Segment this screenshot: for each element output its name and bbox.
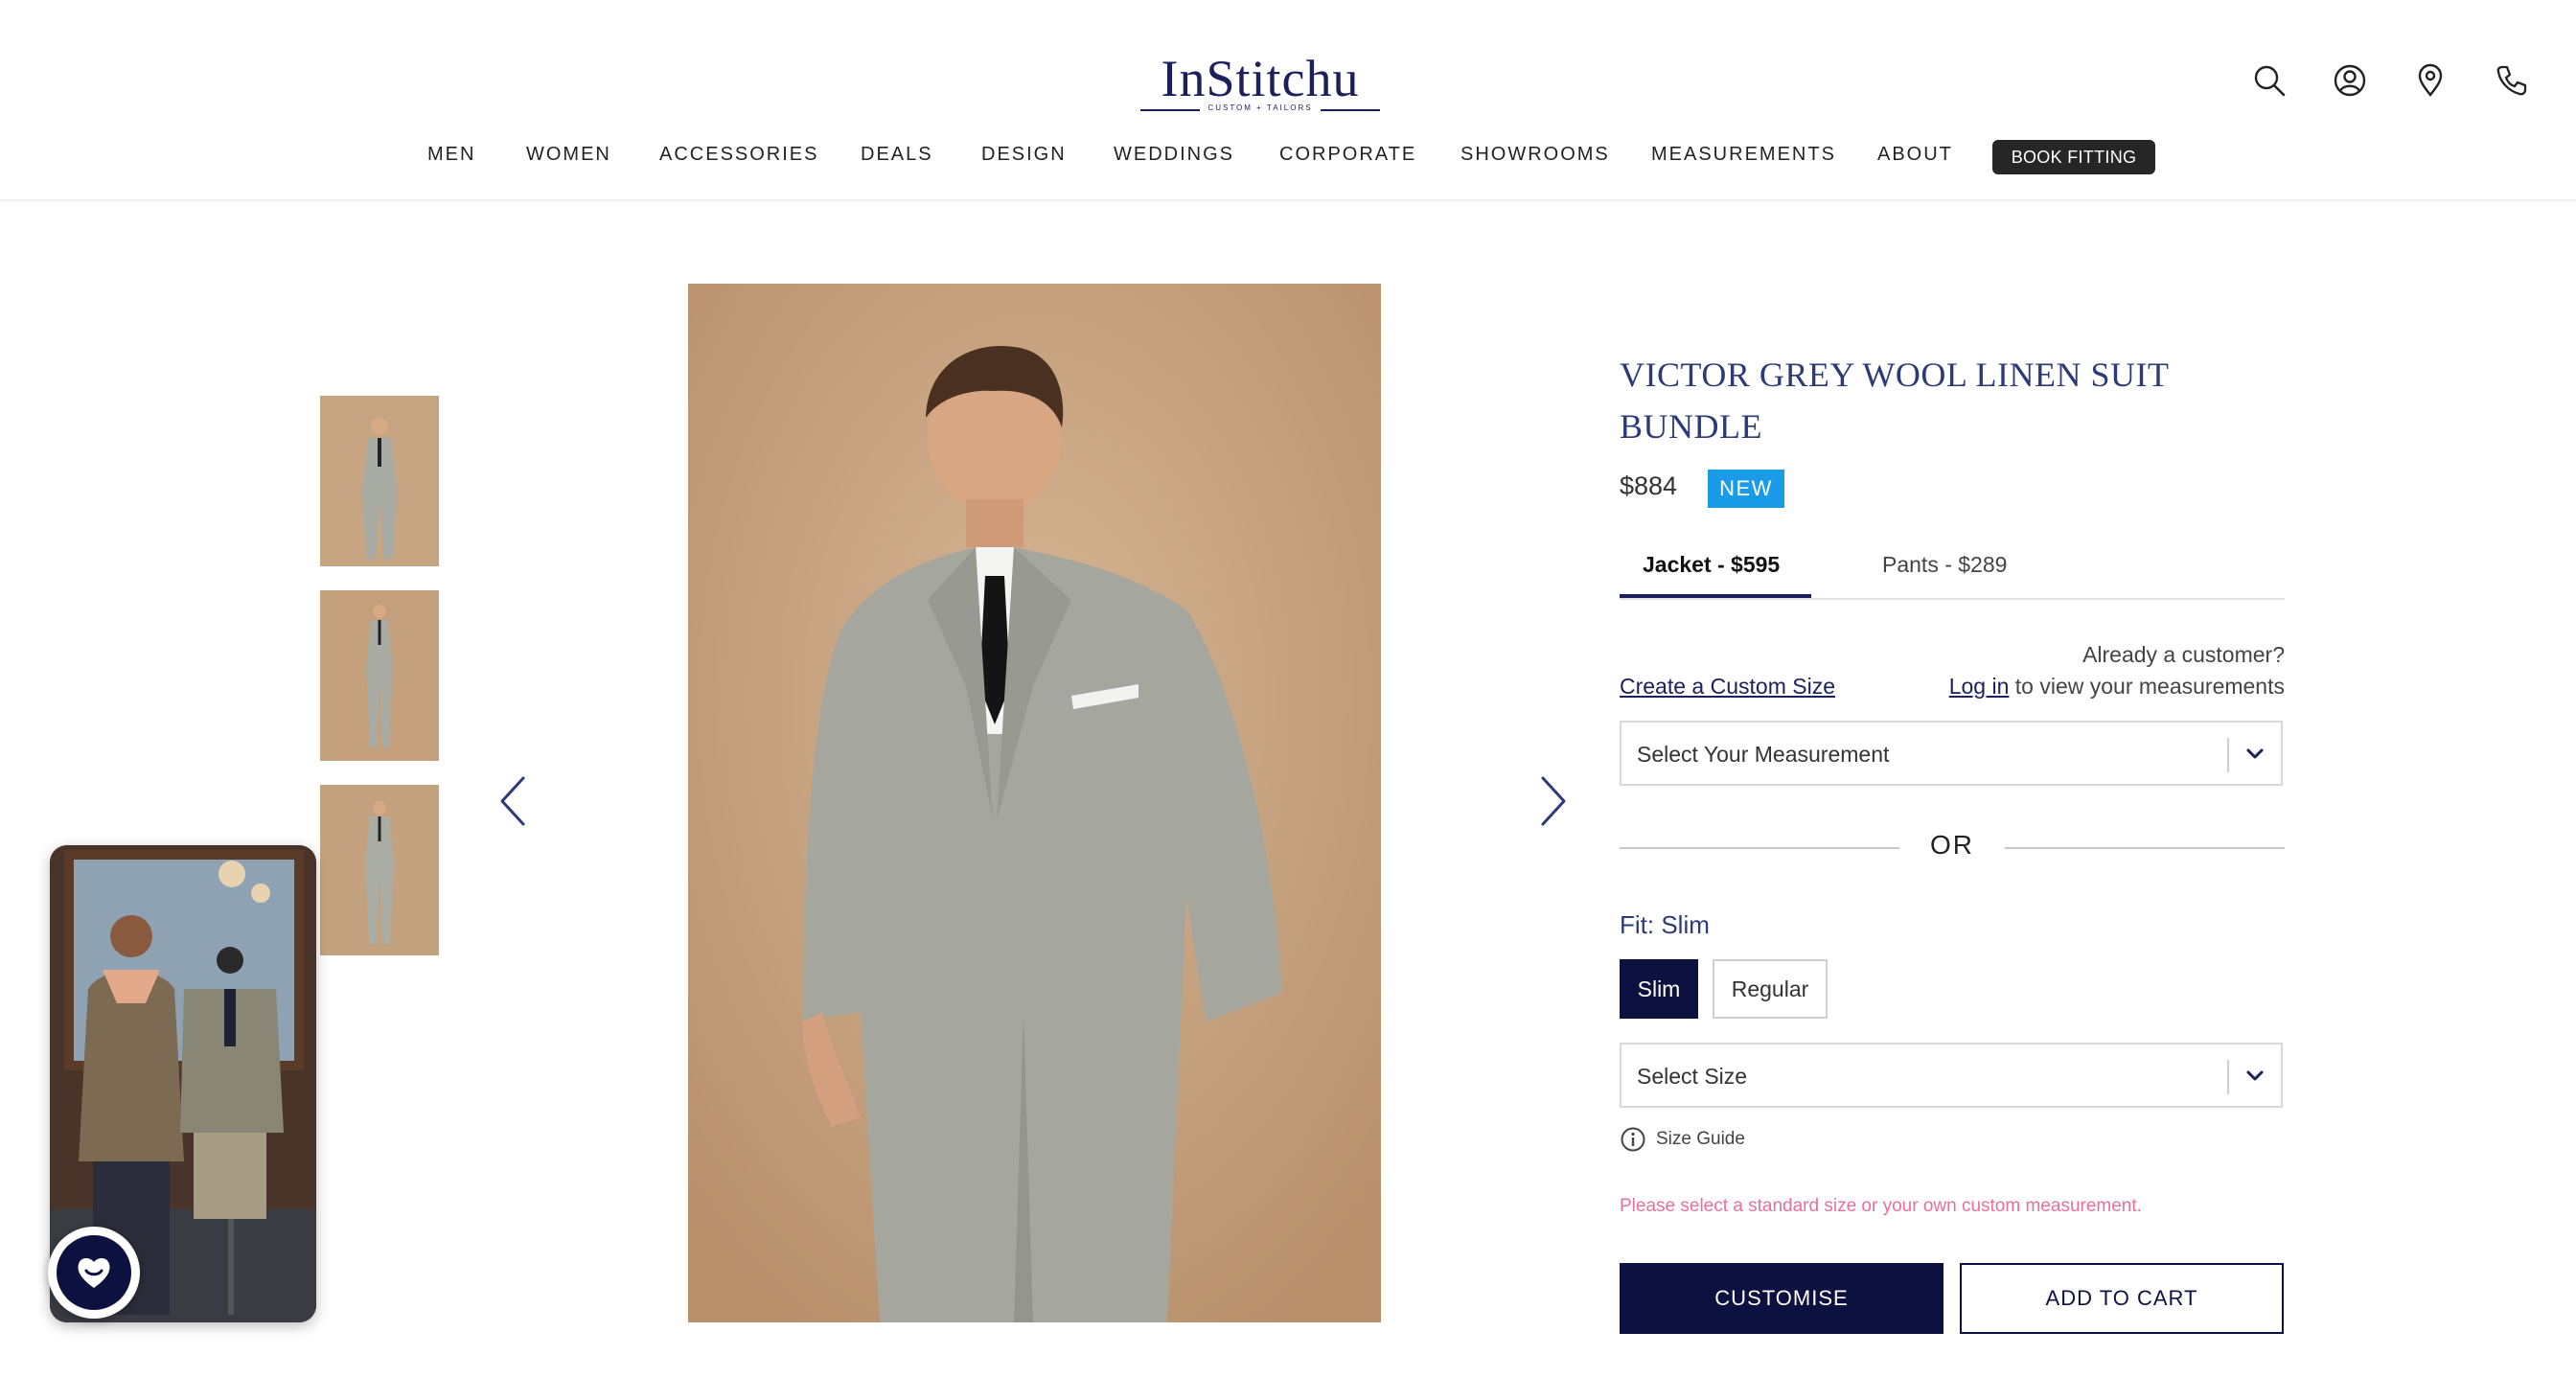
or-divider: OR <box>1620 830 2285 864</box>
main-nav: MEN WOMEN ACCESSORIES DEALS DESIGN WEDDI… <box>0 140 2576 174</box>
product-thumbnail[interactable] <box>320 590 439 761</box>
chat-launcher-inner <box>57 1235 131 1310</box>
site-header: InStitchu CUSTOM + TAILORS MEN WOMEN ACC… <box>0 0 2576 201</box>
book-fitting-button[interactable]: BOOK FITTING <box>1992 140 2155 174</box>
fit-option-slim[interactable]: Slim <box>1620 959 1698 1019</box>
tab-active-indicator <box>1620 594 1811 598</box>
nav-women[interactable]: WOMEN <box>526 144 611 166</box>
chat-launcher[interactable] <box>48 1227 140 1319</box>
select-divider <box>2227 738 2229 772</box>
fit-option-regular[interactable]: Regular <box>1713 959 1828 1019</box>
validation-message: Please select a standard size or your ow… <box>1620 1196 2142 1216</box>
header-icons <box>2252 63 2528 102</box>
nav-measurements[interactable]: MEASUREMENTS <box>1651 144 1836 166</box>
chat-heart-icon <box>78 1258 110 1288</box>
product-thumbnail[interactable] <box>320 396 439 566</box>
account-icon[interactable] <box>2333 63 2367 98</box>
nav-deals[interactable]: DEALS <box>861 144 933 166</box>
nav-showrooms[interactable]: SHOWROOMS <box>1460 144 1610 166</box>
measurement-select-value: Select Your Measurement <box>1637 742 1890 767</box>
nav-about[interactable]: ABOUT <box>1877 144 1953 166</box>
add-to-cart-button[interactable]: ADD TO CART <box>1960 1263 2284 1334</box>
size-guide-label: Size Guide <box>1656 1129 1745 1149</box>
product-price: $884 <box>1620 471 1678 500</box>
product-main-image <box>688 284 1381 1322</box>
tab-jacket[interactable]: Jacket - $595 <box>1643 552 1780 578</box>
product-title: VICTOR GREY WOOL LINEN SUIT BUNDLE <box>1620 356 2169 446</box>
search-icon[interactable] <box>2252 63 2287 98</box>
new-badge: NEW <box>1708 470 1784 508</box>
product-tabs: Jacket - $595 Pants - $289 <box>1620 546 2285 600</box>
chevron-down-icon <box>2246 748 2264 759</box>
chevron-down-icon <box>2246 1070 2264 1081</box>
nav-weddings[interactable]: WEDDINGS <box>1114 144 1234 166</box>
or-text: OR <box>1930 830 1974 860</box>
login-line: Log in to view your measurements <box>1949 674 2285 700</box>
already-customer-text: Already a customer? <box>2082 642 2285 667</box>
product-thumbnail[interactable] <box>320 785 439 955</box>
location-icon[interactable] <box>2413 63 2448 98</box>
fit-label: Fit: Slim <box>1620 910 1710 939</box>
logo-text: InStitchu <box>1161 50 1360 107</box>
nav-corporate[interactable]: CORPORATE <box>1279 144 1416 166</box>
logo[interactable]: InStitchu CUSTOM + TAILORS <box>1140 50 1380 117</box>
login-link[interactable]: Log in <box>1949 674 2010 699</box>
logo-tagline: CUSTOM + TAILORS <box>1140 103 1380 112</box>
customise-button[interactable]: CUSTOMISE <box>1620 1263 1944 1334</box>
nav-accessories[interactable]: ACCESSORIES <box>659 144 818 166</box>
info-icon <box>1621 1127 1645 1152</box>
nav-design[interactable]: DESIGN <box>981 144 1067 166</box>
nav-men[interactable]: MEN <box>427 144 475 166</box>
gallery-next-arrow[interactable] <box>1533 772 1572 830</box>
gallery-prev-arrow[interactable] <box>494 772 533 830</box>
create-custom-size-link[interactable]: Create a Custom Size <box>1620 674 1835 700</box>
or-line-right <box>2005 847 2285 849</box>
phone-icon[interactable] <box>2494 63 2528 98</box>
size-guide-link[interactable]: Size Guide <box>1620 1125 1745 1154</box>
select-divider <box>2227 1060 2229 1094</box>
size-select[interactable]: Select Size <box>1620 1043 2283 1108</box>
measurement-select[interactable]: Select Your Measurement <box>1620 721 2283 786</box>
tab-pants[interactable]: Pants - $289 <box>1882 552 2007 578</box>
size-select-value: Select Size <box>1637 1064 1748 1089</box>
login-suffix: to view your measurements <box>2009 674 2285 699</box>
